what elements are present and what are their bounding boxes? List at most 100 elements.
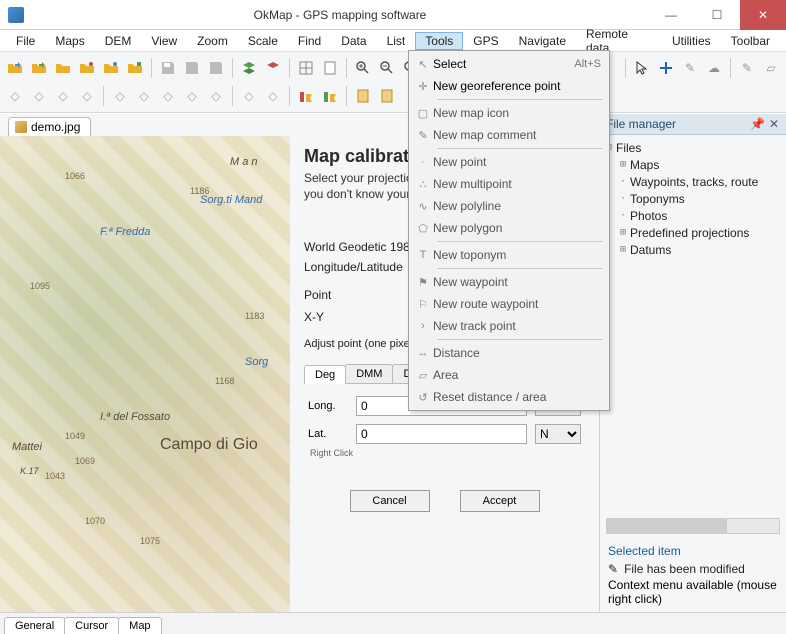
tb-save2-icon[interactable] <box>181 57 203 79</box>
accept-button[interactable]: Accept <box>460 490 540 512</box>
long-label: Long. <box>308 400 348 412</box>
tb-shape-icon[interactable]: ▱ <box>760 57 782 79</box>
menu-item-icon: ↖ <box>413 58 433 71</box>
file-tree[interactable]: ⊟Files⊞Maps·Waypoints, tracks, route·Top… <box>600 135 786 514</box>
menu-item-new-multipoint[interactable]: ∴New multipoint <box>411 173 607 195</box>
maximize-button[interactable]: ☐ <box>694 0 740 30</box>
tree-root[interactable]: ⊟Files <box>602 139 784 156</box>
menu-item-new-map-icon[interactable]: ▢New map icon <box>411 102 607 124</box>
menu-item-new-track-point[interactable]: ›New track point <box>411 315 607 337</box>
tb-layers-icon[interactable] <box>238 57 260 79</box>
menu-view[interactable]: View <box>141 32 187 50</box>
tb-doc-icon[interactable] <box>319 57 341 79</box>
menu-item-icon: ▱ <box>413 369 433 382</box>
menu-tools[interactable]: Tools <box>415 32 463 50</box>
app-icon <box>8 7 24 23</box>
toolbar: ✎ ☁ ✎ ▱ ◇ ◇ ◇ ◇ ◇ ◇ ◇ ◇ ◇ ◇ ◇ <box>0 52 786 113</box>
menu-dem[interactable]: DEM <box>95 32 142 50</box>
menu-navigate[interactable]: Navigate <box>509 32 576 50</box>
tree-item-waypoints-tracks-route[interactable]: ·Waypoints, tracks, route <box>602 173 784 190</box>
tb-zoom-in-icon[interactable] <box>352 57 374 79</box>
tree-item-predefined-projections[interactable]: ⊞Predefined projections <box>602 224 784 241</box>
menu-item-new-toponym[interactable]: TNew toponym <box>411 244 607 266</box>
menu-item-new-polyline[interactable]: ∿New polyline <box>411 195 607 217</box>
tree-item-datums[interactable]: ⊞Datums <box>602 241 784 258</box>
tb-pen-icon[interactable]: ✎ <box>679 57 701 79</box>
panel-close-icon[interactable]: ✕ <box>768 117 780 131</box>
menu-item-new-route-waypoint[interactable]: ⚐New route waypoint <box>411 293 607 315</box>
tb-grid-icon[interactable] <box>295 57 317 79</box>
menu-item-new-waypoint[interactable]: ⚑New waypoint <box>411 271 607 293</box>
tb-folder4-icon[interactable] <box>124 57 146 79</box>
tb-layers2-icon[interactable] <box>262 57 284 79</box>
tools-dropdown: ↖SelectAlt+S✛New georeference point ▢New … <box>408 50 610 411</box>
menu-item-new-polygon[interactable]: ⬠New polygon <box>411 217 607 239</box>
document-tab[interactable]: demo.jpg <box>8 117 91 136</box>
status-tab-general[interactable]: General <box>4 617 65 634</box>
menu-maps[interactable]: Maps <box>45 32 94 50</box>
tb-folder-icon[interactable] <box>52 57 74 79</box>
menu-item-new-map-comment[interactable]: ✎New map comment <box>411 124 607 146</box>
menu-item-icon: ✎ <box>413 129 433 142</box>
tb2-i-icon[interactable]: ◇ <box>205 85 227 107</box>
tb2-a-icon[interactable]: ◇ <box>4 85 26 107</box>
menu-find[interactable]: Find <box>288 32 331 50</box>
lat-input[interactable] <box>356 424 527 444</box>
tb2-m-icon[interactable] <box>319 85 341 107</box>
status-tab-map[interactable]: Map <box>118 617 161 634</box>
pin-icon[interactable]: 📌 <box>750 117 762 131</box>
menu-utilities[interactable]: Utilities <box>662 32 721 50</box>
tb2-e-icon[interactable]: ◇ <box>109 85 131 107</box>
coord-tab-dmm[interactable]: DMM <box>345 364 393 383</box>
point-label: Point <box>304 288 424 302</box>
tb2-f-icon[interactable]: ◇ <box>133 85 155 107</box>
menu-list[interactable]: List <box>377 32 416 50</box>
selected-item-line2: Context menu available (mouse right clic… <box>608 578 778 606</box>
menu-zoom[interactable]: Zoom <box>187 32 238 50</box>
menu-item-new-point[interactable]: ·New point <box>411 151 607 173</box>
horizontal-scrollbar[interactable] <box>606 518 780 534</box>
close-button[interactable]: ✕ <box>740 0 786 30</box>
tb-pen2-icon[interactable]: ✎ <box>736 57 758 79</box>
tb-save-icon[interactable] <box>157 57 179 79</box>
menu-data[interactable]: Data <box>331 32 376 50</box>
status-tab-cursor[interactable]: Cursor <box>64 617 119 634</box>
menu-item-new-georeference-point[interactable]: ✛New georeference point <box>411 75 607 97</box>
tb-open2-icon[interactable] <box>28 57 50 79</box>
tb2-k-icon[interactable]: ◇ <box>262 85 284 107</box>
tb-cloud-icon[interactable]: ☁ <box>703 57 725 79</box>
menu-item-area[interactable]: ▱Area <box>411 364 607 386</box>
tb-georef-icon[interactable] <box>655 57 677 79</box>
tb2-b-icon[interactable]: ◇ <box>28 85 50 107</box>
menu-scale[interactable]: Scale <box>238 32 288 50</box>
tb2-c-icon[interactable]: ◇ <box>52 85 74 107</box>
tb2-n-icon[interactable] <box>352 85 374 107</box>
tb2-j-icon[interactable]: ◇ <box>238 85 260 107</box>
tb-folder3-icon[interactable] <box>100 57 122 79</box>
menu-gps[interactable]: GPS <box>463 32 508 50</box>
tb-open-icon[interactable] <box>4 57 26 79</box>
tb-cursor-icon[interactable] <box>631 57 653 79</box>
tb2-d-icon[interactable]: ◇ <box>76 85 98 107</box>
cancel-button[interactable]: Cancel <box>350 490 430 512</box>
menu-item-select[interactable]: ↖SelectAlt+S <box>411 53 607 75</box>
tree-item-maps[interactable]: ⊞Maps <box>602 156 784 173</box>
menu-item-icon: ▢ <box>413 107 433 120</box>
menu-item-distance[interactable]: ↔Distance <box>411 342 607 364</box>
tb2-l-icon[interactable] <box>295 85 317 107</box>
tb2-o-icon[interactable] <box>376 85 398 107</box>
tb-folder2-icon[interactable] <box>76 57 98 79</box>
tb-zoom-out-icon[interactable] <box>376 57 398 79</box>
tree-item-toponyms[interactable]: ·Toponyms <box>602 190 784 207</box>
menu-file[interactable]: File <box>6 32 45 50</box>
tb-save3-icon[interactable] <box>205 57 227 79</box>
tree-item-photos[interactable]: ·Photos <box>602 207 784 224</box>
lat-dir-select[interactable]: N <box>535 424 581 444</box>
tb2-g-icon[interactable]: ◇ <box>157 85 179 107</box>
menu-toolbar[interactable]: Toolbar <box>721 32 780 50</box>
tb2-h-icon[interactable]: ◇ <box>181 85 203 107</box>
menu-item-reset-distance-area[interactable]: ↺Reset distance / area <box>411 386 607 408</box>
coord-tab-deg[interactable]: Deg <box>304 365 346 384</box>
map-preview[interactable]: M a n Sorg.ti Mand F.ª Fredda Sorg I.ª d… <box>0 136 290 612</box>
coord-sys-label: Longitude/Latitude <box>304 260 424 274</box>
